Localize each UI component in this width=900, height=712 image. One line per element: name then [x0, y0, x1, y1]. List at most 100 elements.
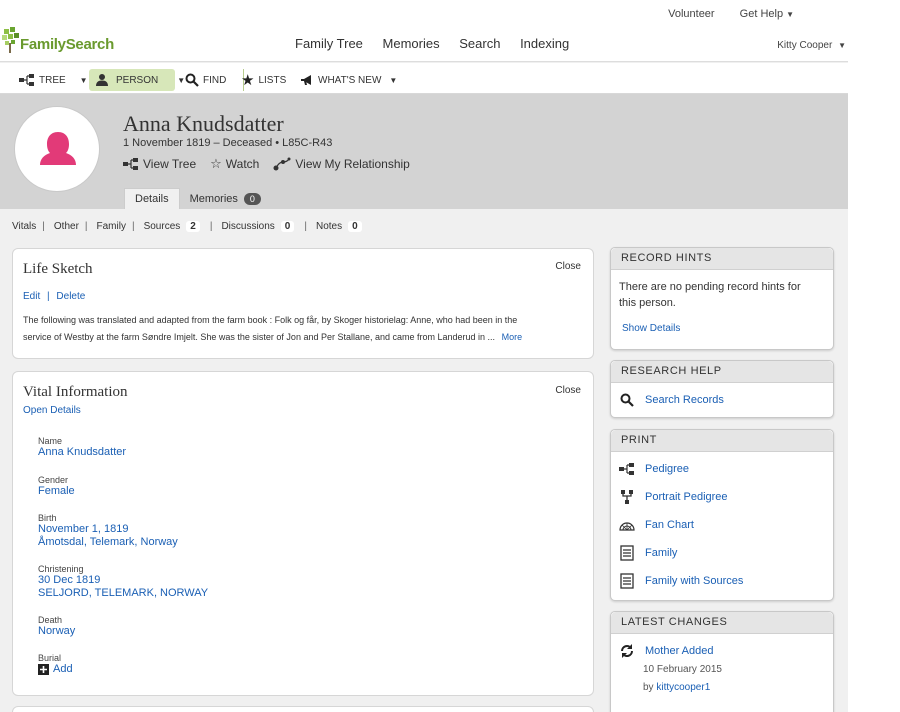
tab-memories[interactable]: Memories 0 — [180, 188, 271, 209]
person-actions: View Tree ☆ Watch View My Relationship — [123, 156, 410, 172]
site-header: Volunteer Get Help ▼ FamilySearch Family … — [0, 0, 848, 62]
delete-link[interactable]: Delete — [56, 291, 85, 302]
life-sketch-line-2: service of Westby at the farm Søndre Imj… — [23, 329, 583, 346]
get-help-link[interactable]: Get Help ▼ — [740, 8, 794, 20]
vital-information-title: Vital Information — [23, 384, 128, 400]
life-sketch-actions: Edit | Delete — [23, 291, 85, 302]
separator: | — [84, 221, 88, 232]
open-details-link[interactable]: Open Details — [23, 405, 81, 416]
show-details-link[interactable]: Show Details — [622, 323, 680, 334]
pedigree-label: Pedigree — [645, 463, 690, 475]
tree-menu-button[interactable]: TREE ▼ — [19, 69, 88, 91]
separator: | — [209, 221, 213, 232]
whats-new-button[interactable]: WHAT'S NEW ▼ — [300, 69, 397, 91]
print-pedigree-link[interactable]: Pedigree — [619, 461, 689, 477]
death-place[interactable]: Norway — [38, 625, 75, 638]
burial-label: Burial — [38, 653, 62, 663]
vital-gender: Gender Female — [38, 475, 75, 498]
pedigree-icon — [619, 461, 635, 477]
find-label: FIND — [203, 74, 227, 86]
subnav-notes[interactable]: Notes 0 — [316, 221, 362, 232]
subnav-discussions[interactable]: Discussions 0 — [221, 221, 295, 232]
death-label: Death — [38, 615, 63, 625]
separator: | — [131, 221, 135, 232]
subnav-vitals[interactable]: Vitals — [12, 221, 36, 232]
lists-label: LISTS — [258, 74, 287, 86]
tree-label: TREE — [39, 74, 66, 86]
lists-button[interactable]: ★ LISTS — [241, 69, 286, 91]
search-records-link[interactable]: Search Records — [619, 392, 724, 408]
more-link[interactable]: More — [502, 332, 523, 342]
portrait-pedigree-icon — [619, 489, 635, 505]
volunteer-link[interactable]: Volunteer — [668, 8, 714, 20]
nav-family-tree[interactable]: Family Tree — [295, 36, 363, 51]
nav-memories[interactable]: Memories — [383, 36, 440, 51]
name-value[interactable]: Anna Knudsdatter — [38, 446, 126, 459]
subnav-sources[interactable]: Sources 2 — [144, 221, 200, 232]
print-family-link[interactable]: Family — [619, 545, 677, 561]
vital-name: Name Anna Knudsdatter — [38, 436, 126, 459]
subnav-other[interactable]: Other — [54, 221, 79, 232]
print-portrait-pedigree-link[interactable]: Portrait Pedigree — [619, 489, 728, 505]
user-menu[interactable]: Kitty Cooper ▼ — [777, 40, 846, 51]
subnav-family[interactable]: Family — [97, 221, 126, 232]
megaphone-icon — [301, 75, 311, 85]
christening-place[interactable]: SELJORD, TELEMARK, NORWAY — [38, 587, 208, 600]
main-nav: Family Tree Memories Search Indexing — [295, 36, 585, 51]
chevron-down-icon[interactable]: ▼ — [177, 76, 185, 85]
print-fan-chart-link[interactable]: Fan Chart — [619, 517, 694, 533]
change-item[interactable]: Mother Added — [619, 643, 714, 659]
latest-changes-panel: LATEST CHANGES Mother Added 10 February … — [610, 611, 834, 712]
nav-indexing[interactable]: Indexing — [520, 36, 569, 51]
notes-label: Notes — [315, 221, 343, 232]
watch-link[interactable]: ☆ Watch — [210, 156, 259, 172]
edit-link[interactable]: Edit — [23, 291, 40, 302]
person-menu-content[interactable]: PERSON ▼ — [96, 69, 185, 91]
by-prefix: by — [643, 682, 654, 693]
christening-label: Christening — [38, 564, 84, 574]
view-relationship-link[interactable]: View My Relationship — [273, 156, 410, 172]
view-tree-link[interactable]: View Tree — [123, 156, 196, 172]
vital-burial: Burial Add — [38, 653, 73, 676]
vital-close-button[interactable]: Close — [555, 385, 581, 396]
discussions-label: Discussions — [221, 221, 275, 232]
page: Volunteer Get Help ▼ FamilySearch Family … — [0, 0, 848, 712]
latest-changes-title: LATEST CHANGES — [611, 612, 833, 634]
nav-search[interactable]: Search — [459, 36, 500, 51]
document-icon — [619, 573, 635, 589]
print-family-with-sources-link[interactable]: Family with Sources — [619, 573, 743, 589]
portrait-pedigree-label: Portrait Pedigree — [645, 491, 728, 503]
separator: | — [42, 221, 45, 232]
vital-death: Death Norway — [38, 615, 75, 638]
get-help-label: Get Help — [739, 8, 784, 20]
tab-memories-label: Memories — [189, 192, 238, 205]
print-title: PRINT — [611, 430, 833, 452]
tree-icon — [123, 158, 138, 170]
sources-count-badge: 2 — [186, 221, 200, 232]
avatar[interactable] — [14, 106, 100, 192]
life-sketch-line-1: The following was translated and adapted… — [23, 315, 518, 325]
find-button[interactable]: FIND — [185, 69, 226, 91]
life-sketch-close-button[interactable]: Close — [555, 261, 581, 272]
search-records-label: Search Records — [645, 394, 724, 406]
name-label: Name — [38, 436, 63, 446]
christening-date[interactable]: 30 Dec 1819 — [38, 574, 208, 587]
sources-label: Sources — [143, 221, 181, 232]
brand-name[interactable]: FamilySearch — [20, 36, 114, 53]
vital-birth: Birth November 1, 1819 Åmotsdal, Telemar… — [38, 513, 178, 549]
change-author: by kittycooper1 — [643, 682, 710, 693]
life-sketch-card: Life Sketch Close Edit | Delete The foll… — [12, 248, 594, 359]
author-link[interactable]: kittycooper1 — [656, 682, 710, 693]
tab-details[interactable]: Details — [124, 188, 180, 209]
gender-value[interactable]: Female — [38, 485, 75, 498]
whats-new-label: WHAT'S NEW — [318, 74, 382, 86]
female-person-icon — [40, 132, 76, 165]
record-hints-panel: RECORD HINTS There are no pending record… — [610, 247, 834, 350]
plus-icon — [38, 664, 49, 675]
search-icon — [619, 392, 635, 408]
change-label: Mother Added — [645, 645, 714, 657]
birth-date[interactable]: November 1, 1819 — [38, 523, 178, 536]
birth-place[interactable]: Åmotsdal, Telemark, Norway — [38, 536, 178, 549]
separator: | — [304, 221, 307, 232]
burial-add-button[interactable]: Add — [38, 663, 73, 676]
